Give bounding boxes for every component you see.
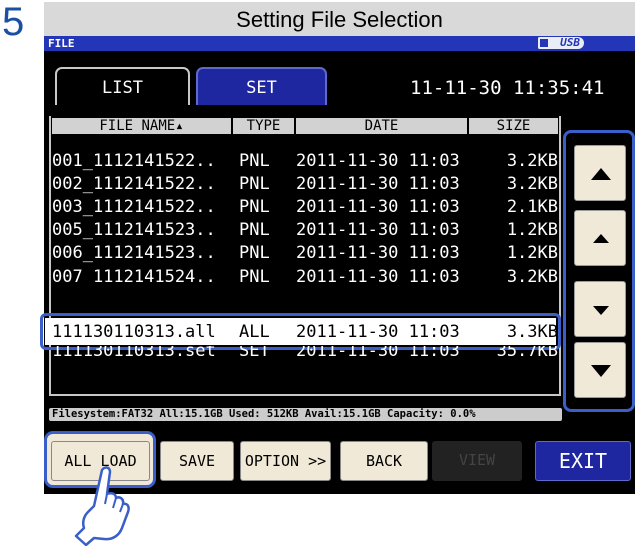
cell-type: PNL <box>239 267 270 282</box>
cell-type: PNL <box>239 197 270 217</box>
cell-file-name: 111130110313.all <box>52 322 216 342</box>
step-number: 5 <box>2 0 25 44</box>
cell-date: 2011-11-30 11:03 <box>296 151 460 171</box>
clock-datetime: 11-11-30 11:35:41 <box>410 77 605 99</box>
save-button[interactable]: SAVE <box>160 441 234 481</box>
cell-date: 2011-11-30 11:03 <box>296 243 460 263</box>
cell-type: PNL <box>239 174 270 194</box>
cell-size: 1.2KB <box>506 243 558 263</box>
cell-size: 3.2KB <box>506 174 558 194</box>
cell-date: 2011-11-30 11:03 <box>296 267 460 282</box>
exit-button[interactable]: EXIT <box>535 441 631 481</box>
table-row[interactable]: 111130110313.set SET 2011-11-30 11:03 35.7K… <box>52 346 558 359</box>
cell-type: PNL <box>239 151 270 171</box>
cell-size: 3.2KB <box>506 267 558 282</box>
page-title: Setting File Selection <box>44 2 635 36</box>
table-row[interactable]: 007_1112141524.. PNL 2011-11-30 11:03 3.2KB <box>52 266 558 282</box>
table-row[interactable]: 003_1112141522.. PNL 2011-11-30 11:03 2.1KB <box>52 196 558 219</box>
cell-date: 2011-11-30 11:03 <box>296 174 460 194</box>
cell-file-name: 001_1112141522.. <box>52 151 216 171</box>
cell-size: 1.2KB <box>506 220 558 240</box>
cell-size: 35.7KB <box>496 346 558 359</box>
cell-type: PNL <box>239 220 270 240</box>
scroll-up-icon <box>593 234 609 243</box>
cell-date: 2011-11-30 11:03 <box>296 197 460 217</box>
column-header-date[interactable]: DATE <box>296 118 469 134</box>
view-button[interactable]: VIEW <box>432 441 522 481</box>
option-button[interactable]: OPTION >> <box>240 441 331 481</box>
tab-list[interactable]: LIST <box>55 67 190 105</box>
scroll-down-icon <box>593 306 609 315</box>
tab-set[interactable]: SET <box>196 67 327 105</box>
cell-file-name: 002_1112141522.. <box>52 174 216 194</box>
pointing-hand-icon <box>74 466 130 546</box>
cell-type: SET <box>239 346 270 359</box>
window-label: FILE <box>48 37 75 50</box>
cell-size: 3.3KB <box>506 322 558 342</box>
scroll-bottom-icon <box>591 365 611 377</box>
table-row[interactable]: 111130110313.all ALL 2011-11-30 11:03 3.3KB <box>52 321 558 344</box>
column-header-type[interactable]: TYPE <box>233 118 296 134</box>
table-row[interactable]: 002_1112141522.. PNL 2011-11-30 11:03 3.2KB <box>52 173 558 196</box>
cell-date: 2011-11-30 11:03 <box>296 220 460 240</box>
cell-type: PNL <box>239 243 270 263</box>
cell-date: 2011-11-30 11:03 <box>296 346 460 359</box>
cell-file-name: 111130110313.set <box>52 346 216 359</box>
cell-size: 2.1KB <box>506 197 558 217</box>
scroll-top-icon <box>591 168 611 180</box>
cell-type: ALL <box>239 322 270 342</box>
column-header-size[interactable]: SIZE <box>469 118 558 134</box>
filesystem-status-bar: Filesystem:FAT32 All:15.1GB Used: 512KB … <box>49 408 562 421</box>
column-header-file-name[interactable]: FILE NAME▴ <box>52 118 233 134</box>
scroll-top-button[interactable] <box>574 145 626 201</box>
table-row[interactable]: 001_1112141522.. PNL 2011-11-30 11:03 3.2KB <box>52 150 558 173</box>
cell-file-name: 005_1112141523.. <box>52 220 216 240</box>
scroll-up-button[interactable] <box>574 210 626 266</box>
back-button[interactable]: BACK <box>340 441 428 481</box>
cell-date: 2011-11-30 11:03 <box>296 322 460 342</box>
cell-file-name: 003_1112141522.. <box>52 197 216 217</box>
cell-size: 3.2KB <box>506 151 558 171</box>
usb-icon <box>540 39 548 47</box>
table-row[interactable]: 005_1112141523.. PNL 2011-11-30 11:03 1.2KB <box>52 219 558 242</box>
cell-file-name: 006_1112141523.. <box>52 243 216 263</box>
cell-file-name: 007_1112141524.. <box>52 267 216 282</box>
scroll-down-button[interactable] <box>574 281 626 337</box>
table-row[interactable]: 006_1112141523.. PNL 2011-11-30 11:03 1.2KB <box>52 242 558 265</box>
scroll-bottom-button[interactable] <box>574 342 626 398</box>
